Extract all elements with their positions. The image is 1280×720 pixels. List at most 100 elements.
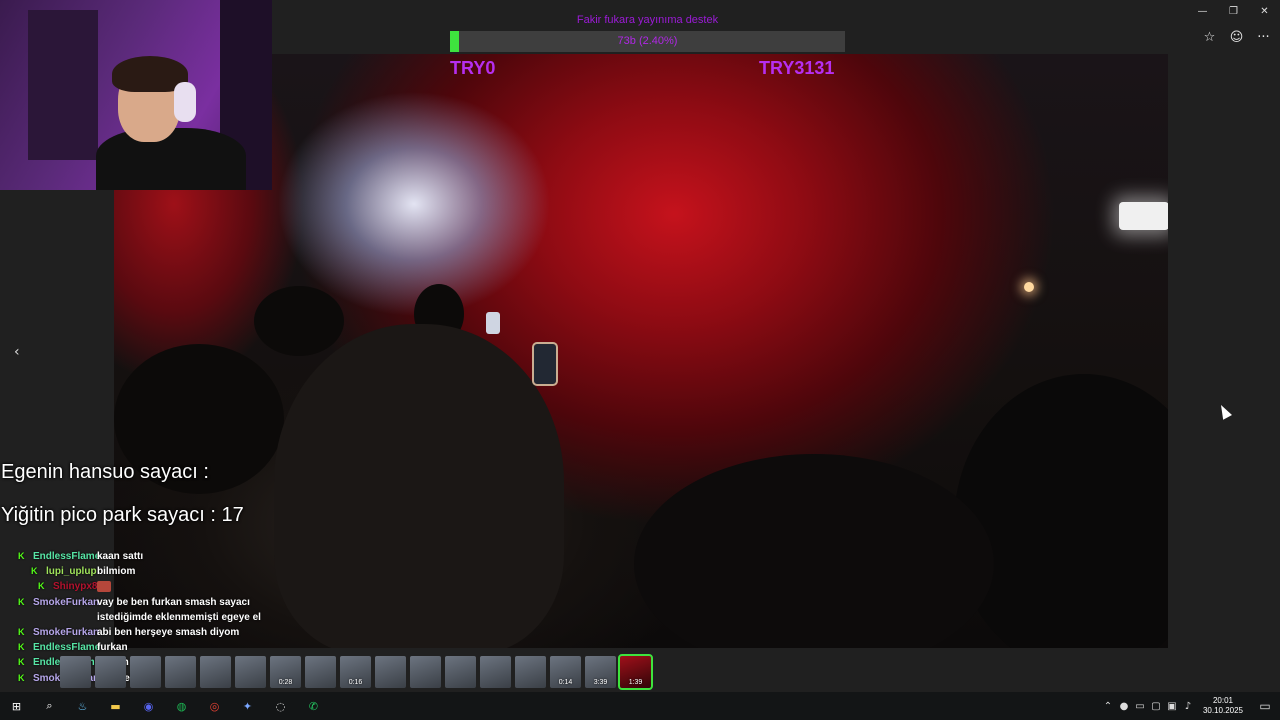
- media-thumbnail[interactable]: [200, 656, 231, 688]
- volume-button[interactable]: ♪: [1180, 692, 1196, 720]
- viewer-toolbar: ☆ ☺ ···: [1201, 28, 1272, 46]
- taskbar-spotify-button[interactable]: ◍: [165, 692, 198, 720]
- more-button[interactable]: ···: [1255, 28, 1272, 46]
- mouse-cursor-icon: [1216, 402, 1232, 420]
- media-thumbnail[interactable]: [130, 656, 161, 688]
- media-thumbnail[interactable]: [480, 656, 511, 688]
- minimize-button[interactable]: —: [1187, 2, 1218, 20]
- system-tray: ⌃ ● ▭ ▢ ▣ ♪ 20:01 30.10.2025 ▭: [1100, 692, 1280, 720]
- tray-expand-button[interactable]: ⌃: [1100, 692, 1116, 720]
- taskbar-whatsapp-button[interactable]: ✆: [297, 692, 330, 720]
- chat-username[interactable]: lupi_uplup: [46, 564, 97, 579]
- crowd-silhouette: [634, 454, 994, 648]
- stage-light: [1024, 282, 1034, 292]
- kick-badge-icon: K: [18, 551, 25, 561]
- kick-badge-icon: K: [18, 672, 25, 683]
- kick-badge-icon: K: [18, 626, 25, 637]
- taskbar-discord-button[interactable]: ◉: [132, 692, 165, 720]
- taskbar-app-button[interactable]: ✦: [231, 692, 264, 720]
- foreground-head: [274, 324, 564, 648]
- monitor-button[interactable]: ▢: [1148, 692, 1164, 720]
- previous-button[interactable]: ‹: [14, 344, 30, 364]
- emote-icon: [97, 581, 111, 593]
- notification-button[interactable]: ▭: [1250, 692, 1280, 720]
- taskbar-search-button[interactable]: ⌕: [33, 692, 66, 720]
- taskbar-explorer-button[interactable]: ▬: [99, 692, 132, 720]
- media-thumbnail[interactable]: [165, 656, 196, 688]
- thumbnail-strip: 0:28 0:16 0:14 3:39 1:39: [60, 654, 653, 690]
- media-thumbnail[interactable]: 0:16: [340, 656, 371, 688]
- restore-button[interactable]: ❐: [1218, 2, 1249, 20]
- media-thumbnail[interactable]: 0:14: [550, 656, 581, 688]
- chat-message: K Shinypx8: [0, 579, 300, 594]
- taskbar-obs-button[interactable]: ◌: [264, 692, 297, 720]
- chat-text: kaan sattı: [97, 551, 144, 562]
- media-thumbnail[interactable]: [60, 656, 91, 688]
- chat-text: furkan: [97, 642, 128, 654]
- thumbnail-duration: 0:14: [558, 679, 573, 686]
- media-thumbnail[interactable]: [375, 656, 406, 688]
- media-thumbnail[interactable]: 1:39: [618, 654, 653, 690]
- raised-phone: [486, 312, 500, 334]
- chat-username[interactable]: EndlessFlame: [33, 640, 100, 655]
- goal-progress-text: 73b (2.40%): [617, 35, 678, 47]
- taskbar-start-button[interactable]: ⊞: [0, 692, 33, 720]
- minimize-icon: —: [1197, 5, 1208, 17]
- chat-username[interactable]: SmokeFurkan: [33, 625, 99, 640]
- emoji-button[interactable]: ☺: [1228, 28, 1245, 46]
- network-icon: ▣: [1167, 700, 1177, 712]
- favorite-button[interactable]: ☆: [1201, 28, 1218, 46]
- microphone-button[interactable]: ●: [1116, 692, 1132, 720]
- notification-icon: ▭: [1259, 699, 1271, 713]
- close-button[interactable]: ✕: [1249, 2, 1280, 20]
- screen-light: [1119, 202, 1168, 230]
- kick-badge-icon: K: [18, 596, 25, 607]
- chrome-icon: ◎: [209, 699, 220, 713]
- goal-progress-track: 73b (2.40%): [450, 31, 845, 52]
- chat-message: Klupi_uplup bilmiom: [0, 564, 300, 579]
- network-button[interactable]: ▣: [1164, 692, 1180, 720]
- media-thumbnail[interactable]: [305, 656, 336, 688]
- start-icon: ⊞: [11, 699, 22, 713]
- media-thumbnail[interactable]: [410, 656, 441, 688]
- star-icon: ☆: [1203, 29, 1216, 45]
- taskbar-apps: ⊞ ⌕ ♨ ▬ ◉ ◍ ◎ ✦ ◌ ✆: [0, 692, 330, 720]
- media-thumbnail[interactable]: [95, 656, 126, 688]
- display-button[interactable]: ▭: [1132, 692, 1148, 720]
- discord-icon: ◉: [143, 699, 154, 713]
- goal-title: Fakir fukara yayınıma destek: [576, 14, 719, 26]
- chevron-left-icon: ‹: [14, 344, 20, 360]
- app-icon: ✦: [242, 699, 253, 713]
- crowd-silhouette: [254, 286, 344, 356]
- volume-icon: ♪: [1184, 700, 1192, 712]
- explorer-icon: ▬: [110, 699, 121, 713]
- taskbar-steam-button[interactable]: ♨: [66, 692, 99, 720]
- chat-text: vay be ben furkan smash sayacı: [97, 596, 250, 608]
- media-thumbnail[interactable]: 3:39: [585, 656, 616, 688]
- kick-badge-icon: K: [18, 642, 25, 653]
- media-thumbnail[interactable]: [445, 656, 476, 688]
- thumbnail-duration: 3:39: [593, 679, 608, 686]
- clock[interactable]: 20:01 30.10.2025: [1196, 696, 1250, 716]
- chat-username[interactable]: Shinypx8: [53, 579, 97, 594]
- media-thumbnail[interactable]: 0:28: [270, 656, 301, 688]
- taskbar-chrome-button[interactable]: ◎: [198, 692, 231, 720]
- close-icon: ✕: [1260, 5, 1269, 17]
- media-thumbnail[interactable]: [235, 656, 266, 688]
- chat-username[interactable]: EndlessFlame: [33, 549, 100, 564]
- smiley-icon: ☺: [1229, 29, 1244, 45]
- obs-icon: ◌: [275, 699, 286, 713]
- headphone: [174, 82, 196, 122]
- chat-username[interactable]: SmokeFurkan: [33, 595, 99, 610]
- monitor-icon: ▢: [1151, 700, 1161, 712]
- media-thumbnail[interactable]: [515, 656, 546, 688]
- kick-badge-icon: K: [18, 657, 25, 668]
- chevron-up-icon: ⌃: [1103, 700, 1113, 712]
- stream-viewer: — ❐ ✕ ☆ ☺ ··· Fakir fukara yayınıma dest…: [0, 0, 1280, 720]
- chat-message: K EndlessFlame kaan sattı: [0, 549, 300, 564]
- chat-message: istediğimde eklenmemişti egeye el: [0, 610, 300, 625]
- window-controls: — ❐ ✕: [1187, 2, 1280, 20]
- clock-time: 20:01: [1212, 696, 1234, 705]
- webcam-overlay: [0, 0, 272, 190]
- hansuo-counter: Egenin hansuo sayacı :: [1, 461, 209, 483]
